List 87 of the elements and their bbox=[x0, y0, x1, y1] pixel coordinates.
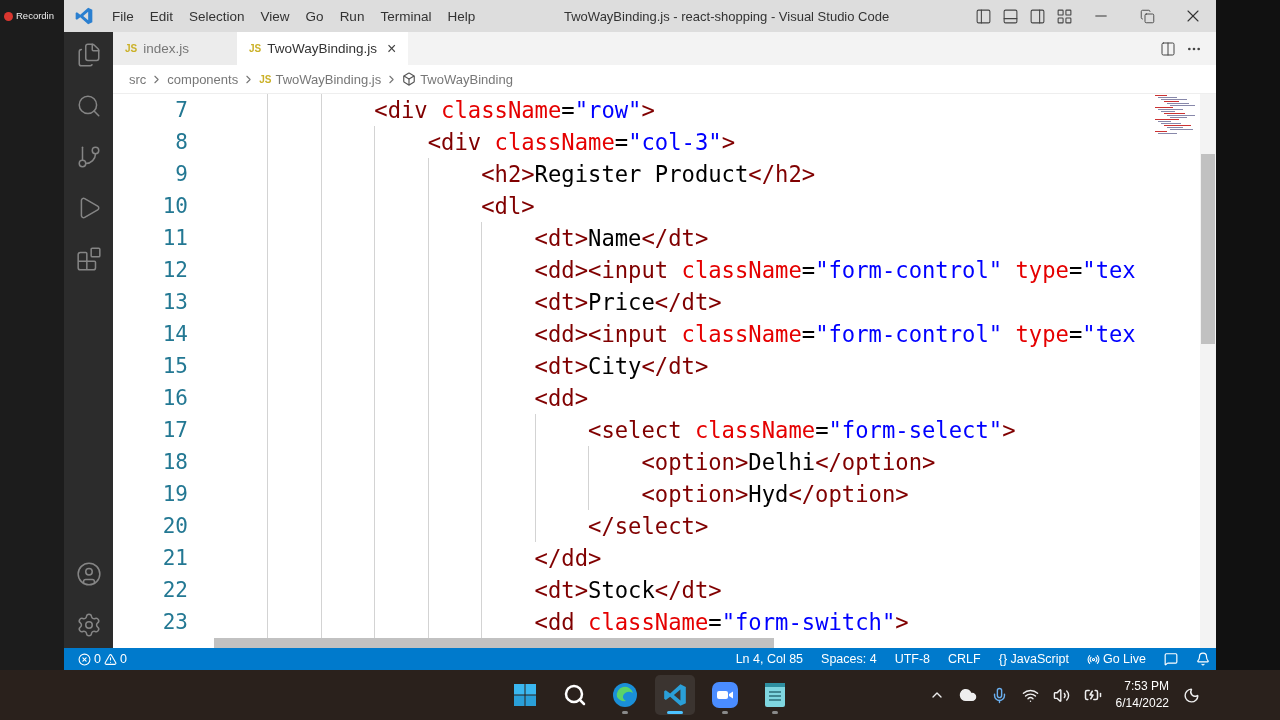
warning-count[interactable]: 0 bbox=[119, 652, 127, 666]
line-number: 20 bbox=[161, 513, 189, 540]
line-number: 17 bbox=[161, 417, 189, 444]
warning-icon[interactable] bbox=[103, 652, 117, 666]
menu-item[interactable]: Selection bbox=[181, 8, 253, 24]
code-line: <div className="row"> bbox=[214, 94, 1147, 126]
code-line: <dd><input className="form-control" type="tex bbox=[214, 318, 1147, 350]
error-icon[interactable] bbox=[78, 652, 91, 666]
cube-icon bbox=[402, 72, 417, 86]
breadcrumb-item[interactable]: TwoWayBinding.js bbox=[275, 71, 382, 87]
code-line: <h2>Register Product</h2> bbox=[214, 158, 1147, 190]
code-editor-logo-icon bbox=[662, 682, 688, 708]
breadcrumb-item[interactable]: TwoWayBinding bbox=[420, 71, 513, 87]
file-type-label: JS bbox=[259, 73, 272, 85]
extensions-icon[interactable] bbox=[75, 246, 102, 272]
menu-item[interactable]: Go bbox=[297, 8, 332, 24]
notepad-icon bbox=[764, 682, 786, 708]
status-item[interactable]: Ln 4, Col 85 bbox=[735, 652, 804, 666]
code-line: <dd className="form-switch"> bbox=[214, 606, 1147, 638]
error-count[interactable]: 0 bbox=[94, 652, 101, 666]
broadcast-icon[interactable] bbox=[1086, 652, 1100, 666]
code-line: <div className="col-3"> bbox=[214, 126, 1147, 158]
line-number: 9 bbox=[174, 161, 189, 188]
code-line: <dt>Stock</dt> bbox=[214, 574, 1147, 606]
code-line: <dd> bbox=[214, 382, 1147, 414]
menu-item[interactable]: File bbox=[104, 8, 142, 24]
video-camera-icon bbox=[712, 682, 738, 708]
editor-tab[interactable]: JS TwoWayBinding.js × bbox=[237, 32, 409, 65]
line-number: 21 bbox=[161, 545, 189, 572]
code-line: <dt>Name</dt> bbox=[214, 222, 1147, 254]
code-line: <dl> bbox=[214, 190, 1147, 222]
clock-date[interactable]: 6/14/2022 bbox=[1115, 695, 1169, 712]
menu-item[interactable]: Edit bbox=[141, 8, 182, 24]
line-number: 11 bbox=[161, 225, 189, 252]
recording-label: Recordin bbox=[16, 10, 55, 21]
line-number: 19 bbox=[161, 481, 189, 508]
go-live-button[interactable]: Go Live bbox=[1102, 652, 1146, 666]
clock-time[interactable]: 7:53 PM bbox=[1124, 678, 1169, 695]
speaker-icon[interactable] bbox=[1052, 686, 1070, 704]
code-line: <select className="form-select"> bbox=[214, 414, 1147, 446]
line-number: 7 bbox=[174, 97, 189, 124]
code-line: <dt>City</dt> bbox=[214, 350, 1147, 382]
bell-icon[interactable] bbox=[1196, 652, 1210, 666]
line-number: 23 bbox=[161, 609, 189, 636]
search-icon bbox=[563, 683, 587, 707]
code-line: <option>Delhi</option> bbox=[214, 446, 1147, 478]
line-number: 12 bbox=[161, 257, 189, 284]
line-number: 10 bbox=[161, 193, 189, 220]
line-number: 13 bbox=[161, 289, 189, 316]
status-item[interactable]: UTF-8 bbox=[894, 652, 931, 666]
code-line: </dd> bbox=[214, 542, 1147, 574]
horizontal-scrollbar[interactable] bbox=[214, 638, 774, 648]
editor-tab[interactable]: JS index.js bbox=[113, 32, 237, 65]
scrollbar-thumb[interactable] bbox=[1201, 154, 1215, 344]
code-line: <dd><input className="form-control" type="tex bbox=[214, 254, 1147, 286]
breadcrumb-item[interactable]: components bbox=[167, 71, 239, 87]
account-icon[interactable] bbox=[75, 561, 102, 587]
menu-item[interactable]: Help bbox=[439, 8, 484, 24]
window-title: TwoWayBinding.js - react-shopping - Visual Studio Code bbox=[563, 8, 891, 24]
line-number: 15 bbox=[161, 353, 189, 380]
files-icon[interactable] bbox=[75, 42, 102, 68]
moon-icon[interactable] bbox=[1183, 686, 1200, 704]
record-icon bbox=[4, 12, 13, 21]
breadcrumb-item[interactable]: src bbox=[129, 71, 147, 87]
menu-item[interactable]: Run bbox=[331, 8, 373, 24]
menu-item[interactable]: Terminal bbox=[372, 8, 440, 24]
line-number: 18 bbox=[161, 449, 189, 476]
line-number: 8 bbox=[174, 129, 189, 156]
browser-icon bbox=[612, 682, 638, 708]
status-item[interactable]: {} JavaScript bbox=[998, 652, 1069, 666]
code-line: <dt>Price</dt> bbox=[214, 286, 1147, 318]
windows-logo-icon bbox=[513, 683, 537, 707]
settings-icon[interactable] bbox=[75, 612, 102, 638]
line-number: 14 bbox=[161, 321, 189, 348]
cloud-icon[interactable] bbox=[958, 686, 977, 704]
status-item[interactable]: CRLF bbox=[948, 652, 981, 666]
code-line: </select> bbox=[214, 510, 1147, 542]
line-number: 16 bbox=[161, 385, 189, 412]
code-editor-logo-icon bbox=[74, 6, 94, 26]
taskbar-app[interactable] bbox=[655, 675, 695, 715]
line-number: 22 bbox=[161, 577, 189, 604]
split-editor-icon[interactable] bbox=[1160, 40, 1176, 57]
source-control-icon[interactable] bbox=[75, 144, 102, 170]
feedback-icon[interactable] bbox=[1164, 652, 1178, 666]
status-item[interactable]: Spaces: 4 bbox=[821, 652, 877, 666]
code-line: <option>Hyd</option> bbox=[214, 478, 1147, 510]
menu-item[interactable]: View bbox=[252, 8, 298, 24]
